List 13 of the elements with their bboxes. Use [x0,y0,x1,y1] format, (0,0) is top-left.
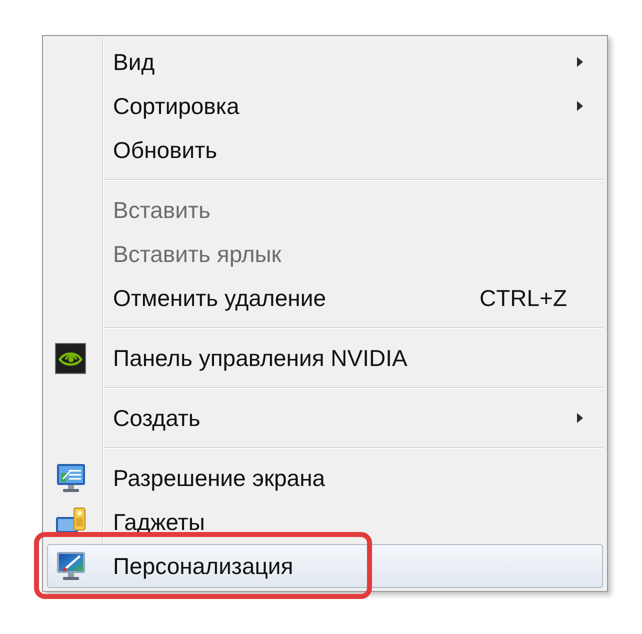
menu-item[interactable]: Создать [47,396,603,440]
menu-item[interactable]: Гаджеты [47,500,603,544]
monitor-icon [54,462,86,494]
menu-item[interactable]: Вид [47,40,603,84]
menu-item[interactable]: Обновить [47,128,603,172]
menu-item[interactable]: Разрешение экрана [47,456,603,500]
menu-item[interactable]: Сортировка [47,84,603,128]
eye-logo-icon [55,342,86,374]
menu-item[interactable]: Отменить удаление CTRL+Z [47,276,603,320]
shortcut-text: CTRL+Z [479,284,567,313]
monitor-brush-icon [54,550,86,582]
menu-item[interactable]: Панель управления NVIDIA [47,336,603,380]
menu-item[interactable]: Персонализация [47,544,603,588]
